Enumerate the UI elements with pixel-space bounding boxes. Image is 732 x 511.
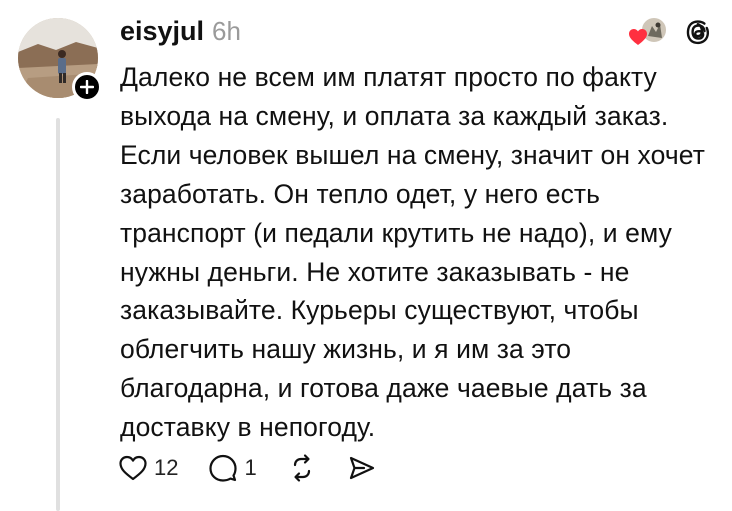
plus-icon [80,80,94,94]
repost-icon [293,454,310,482]
like-button[interactable]: 12 [118,454,178,482]
share-button[interactable] [347,453,377,483]
post-body-text: Далеко не всем им платят просто по факту… [120,62,705,443]
reply-count: 1 [244,455,257,480]
post-header: eisyjul 6h [120,16,241,47]
reaction-indicator[interactable] [628,14,668,50]
reply-button[interactable]: 1 [208,453,257,483]
threads-logo-icon[interactable] [682,16,714,48]
post-time: 6h [212,16,241,46]
thread-connector-line [56,118,60,511]
send-icon [349,456,374,480]
like-count: 12 [154,455,179,480]
thread-post: eisyjul 6h Далеко не всем им платят прос… [0,0,732,511]
action-bar: 12 1 [118,453,407,483]
username[interactable]: eisyjul [120,16,204,47]
top-right-icons [628,14,714,50]
heart-icon [629,29,647,45]
follow-button[interactable] [72,72,102,102]
repost-button[interactable] [287,453,317,483]
heart-icon [119,455,147,481]
comment-icon [209,454,238,482]
